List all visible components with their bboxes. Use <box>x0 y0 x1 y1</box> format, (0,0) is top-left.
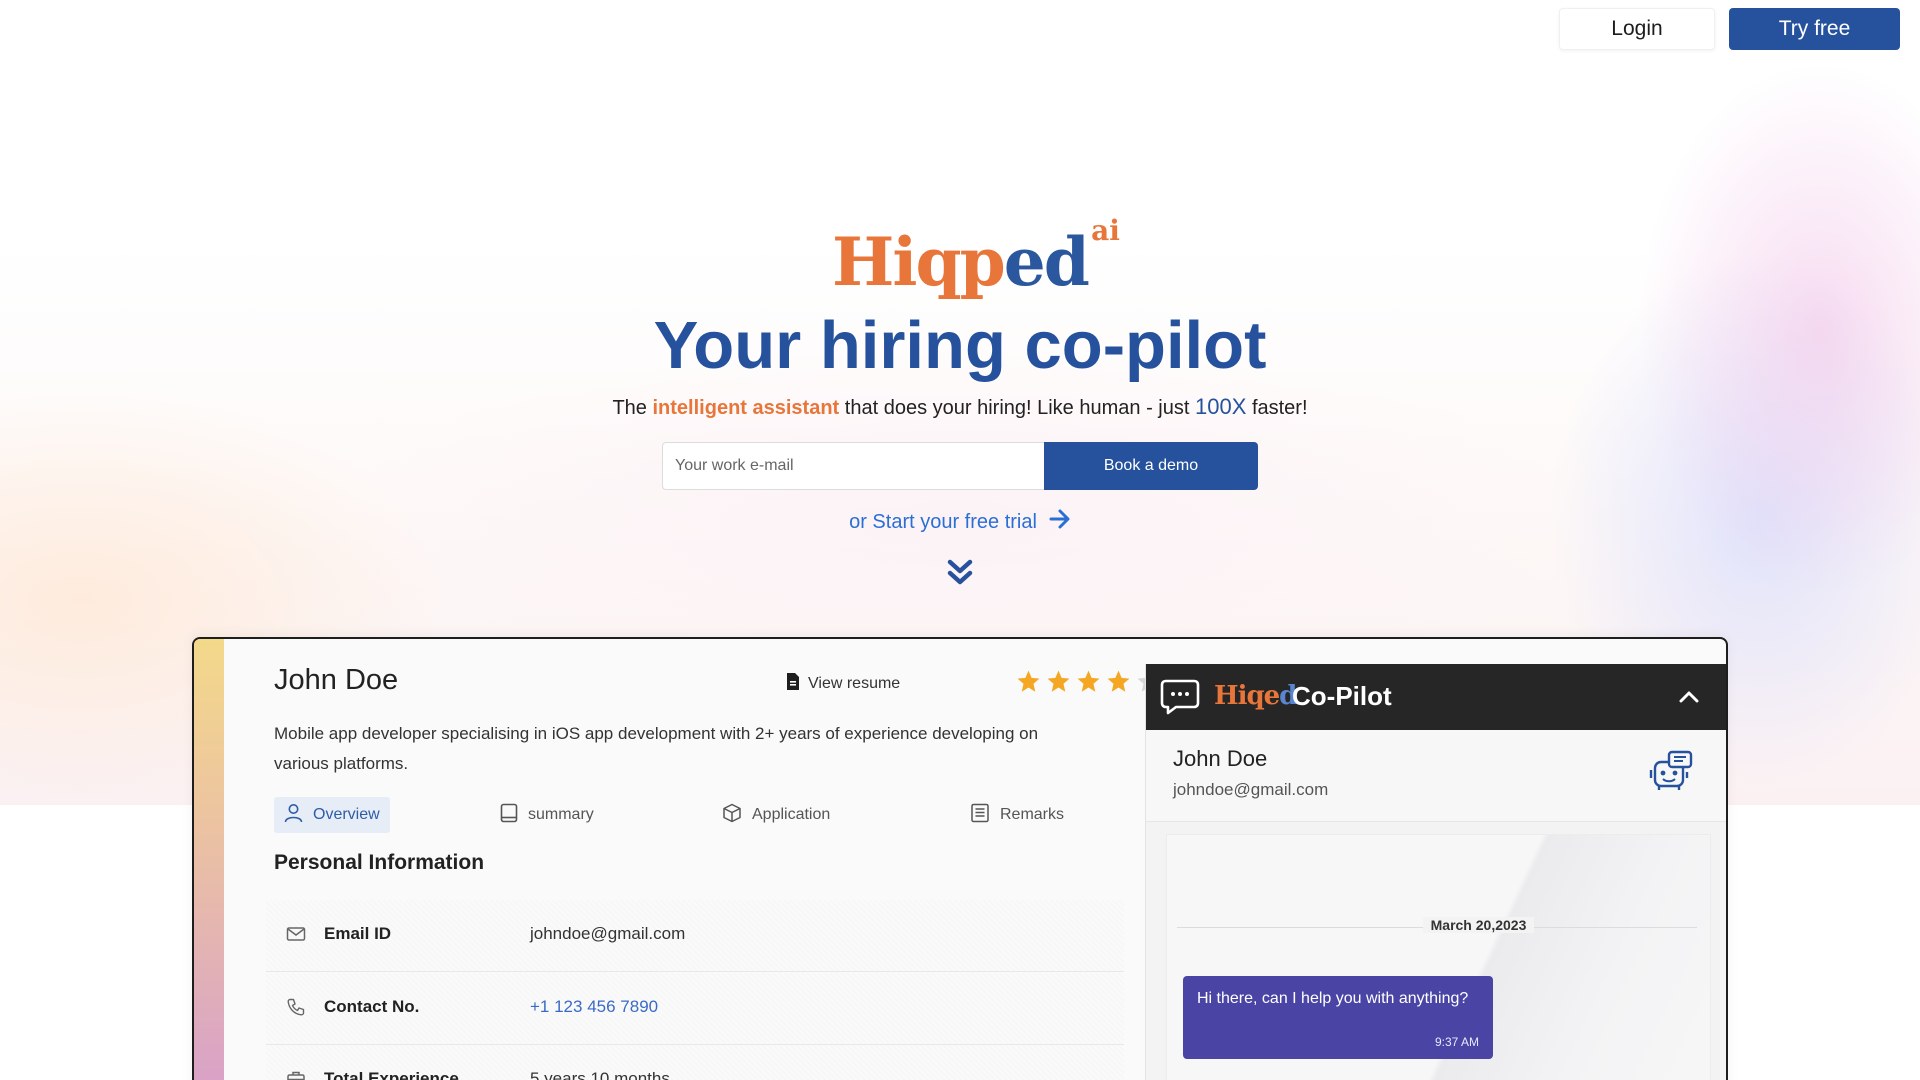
phone-link[interactable]: +1 123 456 7890 <box>530 997 658 1017</box>
tab-overview[interactable]: Overview <box>274 797 390 833</box>
tab-overview-label: Overview <box>313 806 380 823</box>
mail-icon <box>286 924 306 949</box>
copilot-title: Co-Pilot <box>1292 681 1392 711</box>
star-icon[interactable] <box>1046 669 1071 694</box>
box-icon <box>722 803 742 828</box>
profile-tabs: Overview summary Application Remarks <box>274 797 1094 833</box>
view-resume-label: View resume <box>808 675 901 692</box>
info-row-email: Email ID johndoe@gmail.com <box>266 900 1124 972</box>
chat-area: March 20,2023 Hi there, can I help you w… <box>1166 834 1711 1080</box>
free-trial-link[interactable]: or Start your free trial <box>849 508 1071 536</box>
copilot-user-email: johndoe@gmail.com <box>1173 780 1329 799</box>
copilot-user-info: John Doe johndoe@gmail.com <box>1146 730 1726 822</box>
chat-message-time: 9:37 AM <box>1434 1035 1479 1049</box>
subtitle-100x: 100X <box>1194 394 1247 419</box>
section-title: Personal Information <box>274 851 485 874</box>
arrow-right-icon <box>1049 508 1071 536</box>
hero-subtitle: The intelligent assistant that does your… <box>0 394 1920 420</box>
top-nav: Login Try free <box>1559 8 1900 50</box>
subtitle-highlight: intelligent assistant <box>652 397 840 419</box>
chat-bubble-icon <box>1160 678 1200 721</box>
book-demo-button[interactable]: Book a demo <box>1044 442 1258 490</box>
user-icon <box>284 803 303 828</box>
copilot-header: Hiqed Co-Pilot <box>1146 664 1726 730</box>
copilot-user-name: John Doe <box>1173 746 1268 771</box>
star-icon[interactable] <box>1106 669 1131 694</box>
robot-icon <box>1649 750 1693 797</box>
info-label: Total Experience <box>324 1069 459 1080</box>
hero-section: Hiqped ai Your hiring co-pilot The intel… <box>0 214 1920 588</box>
chat-date-label: March 20,2023 <box>1422 917 1535 933</box>
tab-remarks[interactable]: Remarks <box>960 797 1074 833</box>
rating-stars[interactable] <box>1016 669 1161 694</box>
notes-icon <box>970 803 990 828</box>
view-resume-button[interactable]: View resume <box>786 672 900 696</box>
logo-text-p: p <box>959 223 1006 301</box>
chat-date: March 20,2023 <box>1167 917 1710 935</box>
copilot-logo: Hiqed <box>1214 681 1297 711</box>
copilot-panel: Hiqed Co-Pilot John Doe johndoe@gmail.co… <box>1145 664 1726 1080</box>
info-row-experience: Total Experience 5 years 10 months <box>266 1045 1124 1080</box>
logo-text-orange: Hiq <box>832 223 962 301</box>
tab-application[interactable]: Application <box>712 797 840 833</box>
page-title: Your hiring co-pilot <box>653 308 1267 383</box>
book-icon <box>500 803 518 828</box>
scroll-down-icon[interactable] <box>0 558 1920 588</box>
info-label: Contact No. <box>324 997 420 1016</box>
briefcase-icon <box>286 1069 306 1080</box>
subtitle-suffix: faster! <box>1251 397 1308 419</box>
phone-icon <box>286 997 306 1022</box>
info-row-contact: Contact No. +1 123 456 7890 <box>266 973 1124 1045</box>
demo-form: Book a demo <box>0 442 1920 490</box>
chat-message: Hi there, can I help you with anything? … <box>1183 976 1493 1059</box>
card-accent-stripe <box>194 639 224 1080</box>
try-free-button[interactable]: Try free <box>1729 8 1900 50</box>
logo-text-orange: Hiqe <box>1214 681 1280 711</box>
star-icon[interactable] <box>1016 669 1041 694</box>
candidate-description: Mobile app developer specialising in iOS… <box>274 724 1039 773</box>
logo-text-blue: ed <box>1003 223 1090 301</box>
star-icon[interactable] <box>1076 669 1101 694</box>
free-trial-label: or Start your free trial <box>849 510 1037 533</box>
work-email-input[interactable] <box>662 442 1044 490</box>
subtitle-middle: that does your hiring! Like human - just <box>844 397 1190 419</box>
candidate-profile: John Doe View resume Mobile app develope… <box>266 639 1160 1080</box>
subtitle-prefix: The <box>612 397 647 419</box>
chevron-up-icon[interactable] <box>1679 690 1699 709</box>
info-value: 5 years 10 months <box>530 1069 670 1080</box>
info-label: Email ID <box>324 924 392 943</box>
file-icon <box>786 672 800 696</box>
info-value: johndoe@gmail.com <box>530 924 686 943</box>
chat-message-text: Hi there, can I help you with anything? <box>1197 990 1469 1007</box>
login-button[interactable]: Login <box>1559 8 1715 50</box>
product-preview-card: John Doe View resume Mobile app develope… <box>192 637 1728 1080</box>
candidate-name: John Doe <box>274 664 399 696</box>
tab-summary[interactable]: summary <box>490 797 604 833</box>
tab-summary-label: summary <box>528 806 594 823</box>
brand-logo[interactable]: Hiqped ai <box>832 214 1120 302</box>
logo-ai-superscript: ai <box>1091 214 1120 247</box>
tab-remarks-label: Remarks <box>1000 806 1065 823</box>
tab-application-label: Application <box>752 806 831 823</box>
